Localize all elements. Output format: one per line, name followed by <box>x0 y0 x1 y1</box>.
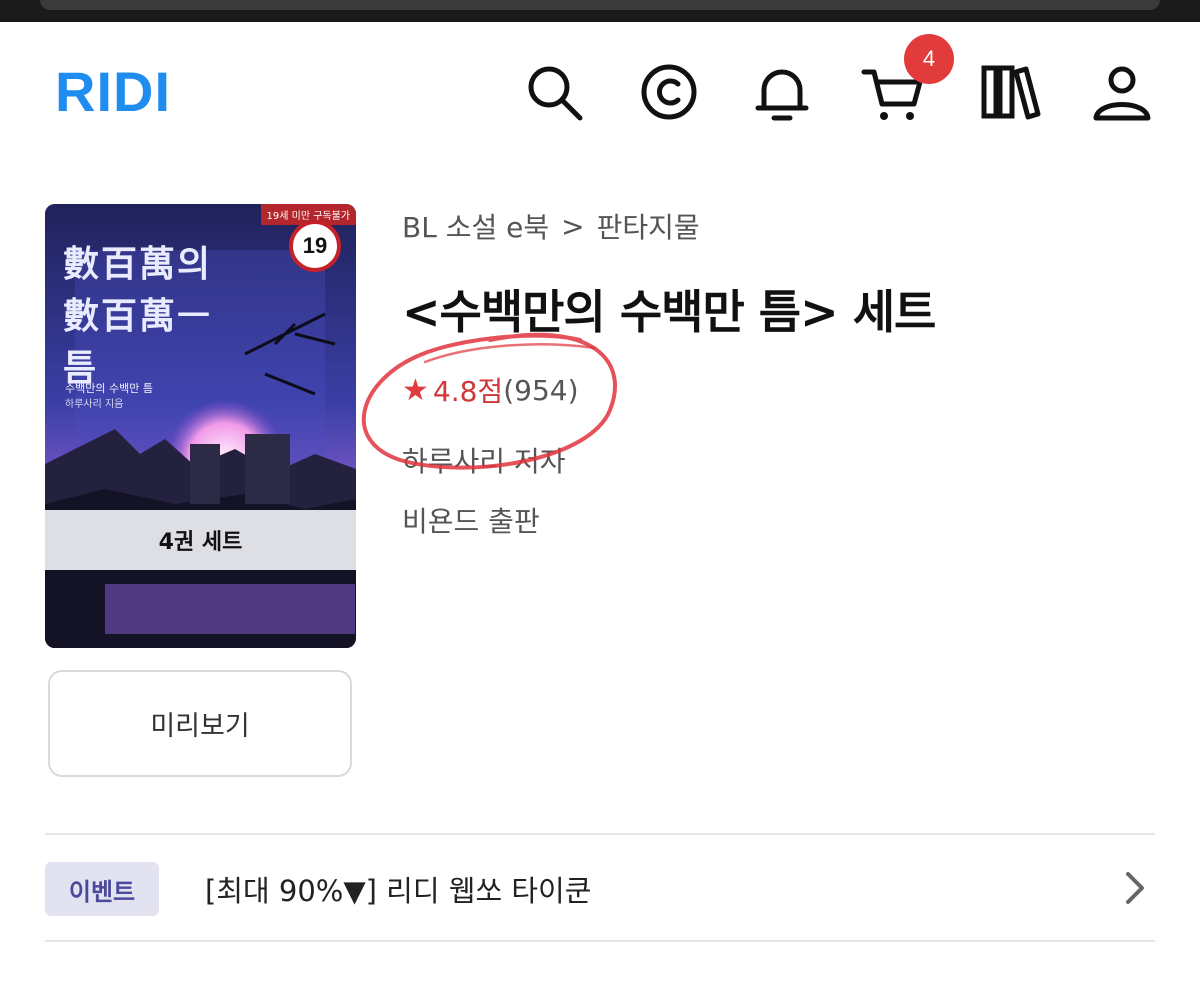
user-icon[interactable] <box>1090 60 1154 124</box>
book-title: <수백만의 수백만 틈> 세트 <box>402 285 936 339</box>
event-tag: 이벤트 <box>45 862 159 916</box>
author-link[interactable]: 하루사리 저자 <box>402 440 565 480</box>
divider <box>45 833 1155 835</box>
search-icon[interactable] <box>522 60 586 124</box>
divider <box>45 940 1155 942</box>
star-icon: ★ <box>402 372 429 408</box>
window-frame <box>40 0 1160 10</box>
cart-count-badge: 4 <box>904 34 954 84</box>
breadcrumb-subcategory[interactable]: 판타지물 <box>597 206 700 246</box>
preview-button[interactable]: 미리보기 <box>48 670 352 777</box>
rating-score: 4.8점 <box>432 375 504 408</box>
cover-title-line: 數百萬의 <box>63 243 213 285</box>
event-banner-text[interactable]: [최대 90%▼] 리디 웹쏘 타이쿤 <box>205 868 591 910</box>
set-count-label: 4권 세트 <box>45 510 356 570</box>
breadcrumb-category[interactable]: BL 소설 e북 <box>402 206 549 246</box>
cash-icon[interactable] <box>637 60 701 124</box>
rating-count: (954) <box>503 373 579 407</box>
breadcrumb: BL 소설 e북 > 판타지물 <box>402 206 700 246</box>
rating[interactable]: ★ 4.8점 (954) <box>402 370 579 410</box>
cover-subtitle: 수백만의 수백만 틈 <box>65 382 153 395</box>
bell-icon[interactable] <box>750 60 814 124</box>
chevron-right-icon[interactable] <box>1118 866 1152 910</box>
cover-title-line: 數百萬ㅡ <box>63 295 213 337</box>
library-icon[interactable] <box>978 60 1042 124</box>
cover-title: 數百萬의 數百萬ㅡ 틈 <box>63 238 293 394</box>
age-19-badge: 19 <box>289 220 341 272</box>
cover-author: 하루사리 지음 <box>65 399 124 410</box>
publisher-link[interactable]: 비욘드 출판 <box>402 500 540 540</box>
breadcrumb-separator: > <box>561 209 585 243</box>
status-bar <box>0 0 1200 22</box>
ridi-logo[interactable]: RIDI <box>55 60 171 124</box>
